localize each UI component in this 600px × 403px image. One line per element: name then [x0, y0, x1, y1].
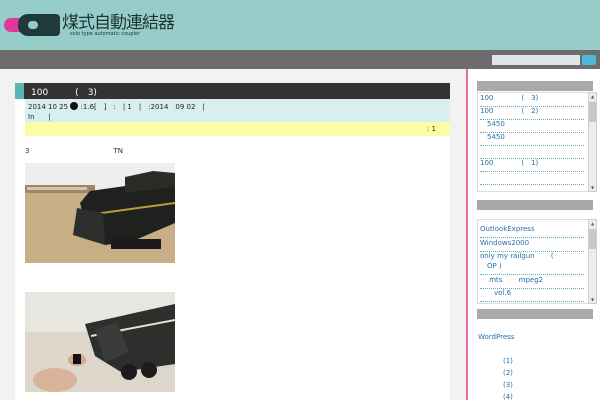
scroll-up-arrow-icon[interactable]: ▲	[589, 94, 596, 99]
site-header: 煤式自動連結器 solo type automatic coupler	[0, 0, 600, 50]
archive-link[interactable]: (3)	[503, 381, 513, 389]
sidebar-heading-categories	[477, 200, 593, 210]
post-title[interactable]: 100 ( 3)	[31, 85, 97, 98]
sidebar-heading-meta	[477, 309, 593, 319]
category-item[interactable]: vol.6	[480, 288, 584, 302]
post-meta: 2014 10 25 :1.6[ ] : | 1 | :2014 09 02 |…	[25, 99, 450, 122]
category-item[interactable]: OP )	[480, 261, 584, 275]
scroll-thumb[interactable]	[589, 229, 596, 249]
post-meta-line1: 2014 10 25 :1.6[ ] : | 1 | :2014 09 02 |	[28, 102, 205, 112]
site-logo[interactable]: 煤式自動連結器 solo type automatic coupler	[4, 10, 175, 40]
category-item[interactable]: OutlookExpress	[480, 224, 584, 238]
notice-text: : 1	[426, 125, 436, 133]
recent-post-item[interactable]: 100 ( 1)	[480, 158, 584, 172]
archive-link[interactable]: (2)	[503, 369, 513, 377]
recent-post-item[interactable]: 100 ( 3)	[480, 93, 584, 107]
scroll-up-arrow-icon[interactable]: ▲	[589, 221, 596, 226]
archive-link[interactable]: (1)	[503, 357, 513, 365]
recent-post-item[interactable]	[480, 145, 584, 159]
site-title: 煤式自動連結器	[62, 13, 175, 33]
scroll-down-arrow-icon[interactable]: ▼	[589, 185, 596, 190]
post-photo-1[interactable]	[25, 163, 175, 263]
categories-list[interactable]: OutlookExpress Windows2000 only my railg…	[477, 219, 589, 304]
post-photo-2[interactable]	[25, 292, 175, 392]
logo-coupler-dark	[18, 14, 60, 36]
recent-post-item[interactable]: 5450	[480, 119, 584, 133]
sidebar: 100 ( 3) 100 ( 2) 5450 5450 100 ( 1) ▲ ▼…	[468, 69, 600, 401]
recent-posts-list[interactable]: 100 ( 3) 100 ( 2) 5450 5450 100 ( 1)	[477, 92, 589, 192]
sidebar-heading-recent	[477, 81, 593, 91]
categories-scrollbar[interactable]: ▲ ▼	[588, 219, 597, 304]
category-item[interactable]: Windows2000	[480, 238, 584, 252]
locomotive-photo-1	[25, 163, 175, 263]
search-button[interactable]	[582, 55, 596, 65]
post-category[interactable]: In |	[28, 112, 51, 122]
post-article: 100 ( 3) 2014 10 25 :1.6[ ] : | 1 | :201…	[15, 83, 450, 403]
locomotive-photo-2	[25, 292, 175, 392]
site-subtitle: solo type automatic coupler	[70, 31, 141, 37]
main-content: 100 ( 3) 2014 10 25 :1.6[ ] : | 1 | :201…	[0, 69, 466, 403]
post-body-text: 3 TN	[25, 147, 123, 155]
recent-post-item[interactable]	[480, 171, 584, 185]
category-item[interactable]: .mts mpeg2	[480, 275, 584, 289]
post-meta-info: :1.6[ ] : | 1 | :2014 09 02 |	[78, 103, 205, 111]
post-notice: : 1	[25, 122, 450, 136]
wordpress-link[interactable]: WordPress	[478, 333, 514, 341]
post-title-bar[interactable]: 100 ( 3)	[15, 83, 450, 99]
post-date: 2014 10 25	[28, 103, 71, 111]
scroll-down-arrow-icon[interactable]: ▼	[589, 297, 596, 302]
search-input[interactable]	[492, 55, 580, 65]
scroll-thumb[interactable]	[589, 102, 596, 122]
recent-post-item[interactable]: 100 ( 2)	[480, 106, 584, 120]
recent-post-item[interactable]: 5450	[480, 132, 584, 146]
recent-posts-scrollbar[interactable]: ▲ ▼	[588, 92, 597, 192]
title-accent	[15, 83, 24, 99]
